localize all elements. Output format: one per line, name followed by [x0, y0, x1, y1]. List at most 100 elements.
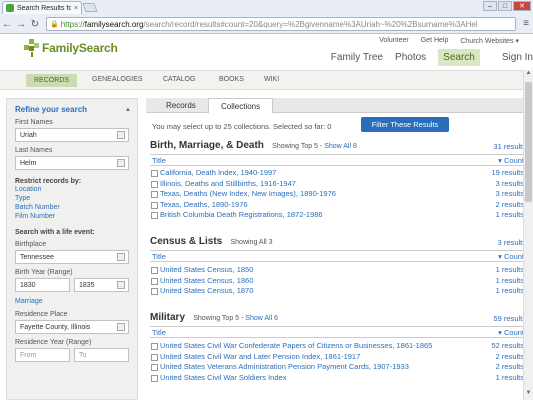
subnav-books[interactable]: BOOKS — [219, 76, 244, 83]
collection-checkbox[interactable] — [151, 288, 158, 295]
collection-checkbox[interactable] — [151, 180, 158, 188]
reload-icon[interactable]: ↻ — [28, 19, 42, 30]
collection-name[interactable]: United States Census, 1870 — [160, 286, 253, 295]
close-window-icon[interactable]: ✕ — [513, 1, 531, 11]
collection-name[interactable]: United States Civil War Confederate Pape… — [160, 341, 432, 350]
collection-row[interactable]: British Columbia Death Registrations, 18… — [150, 210, 526, 221]
nav-photos[interactable]: Photos — [395, 52, 426, 63]
collection-name[interactable]: United States Census, 1860 — [160, 276, 253, 285]
restrict-film-link[interactable]: Film Number — [15, 212, 129, 221]
options-icon[interactable] — [117, 281, 125, 289]
collection-name[interactable]: United States Civil War Soldiers Index — [160, 373, 286, 382]
familysearch-logo[interactable]: FamilySearch — [24, 39, 118, 57]
show-all-link[interactable]: Show All 6 — [245, 315, 278, 322]
nav-search[interactable]: Search — [438, 49, 480, 66]
collection-count[interactable]: 1 results — [496, 265, 524, 276]
scroll-up-icon[interactable]: ▲ — [524, 70, 533, 80]
collection-count[interactable]: 1 results — [496, 210, 524, 221]
church-websites-link[interactable]: Church Websites ▾ — [460, 37, 519, 45]
residence-place-input[interactable]: Fayette County, Illinois — [15, 320, 129, 334]
collection-name[interactable]: United States Civil War and Later Pensio… — [160, 352, 360, 361]
new-tab-button[interactable] — [82, 3, 98, 12]
collection-row[interactable]: United States Civil War Soldiers Index 1 … — [150, 373, 526, 384]
collapse-caret-icon[interactable]: ▲ — [125, 107, 131, 113]
collection-row[interactable]: United States Census, 1850 1 results — [150, 265, 526, 276]
collection-row[interactable]: Texas, Deaths, 1890-1976 2 results — [150, 200, 526, 211]
restrict-type-link[interactable]: Type — [15, 194, 129, 203]
collection-row[interactable]: United States Veterans Administration Pe… — [150, 362, 526, 373]
collection-name[interactable]: British Columbia Death Registrations, 18… — [160, 210, 323, 219]
subnav-wiki[interactable]: WIKI — [264, 76, 279, 83]
get-help-link[interactable]: Get Help — [421, 37, 449, 45]
count-sort-link[interactable]: ▾ Count — [498, 155, 524, 166]
restrict-location-link[interactable]: Location — [15, 185, 129, 194]
collection-checkbox[interactable] — [151, 343, 158, 350]
collection-count[interactable]: 1 results — [496, 286, 524, 297]
page-scrollbar[interactable]: ▲ ▼ — [523, 70, 533, 400]
collection-row[interactable]: United States Census, 1860 1 results — [150, 276, 526, 287]
collection-row[interactable]: Illinois, Deaths and Stillbirths, 1916-1… — [150, 179, 526, 190]
tab-records[interactable]: Records — [154, 98, 208, 113]
residence-year-to-input[interactable]: To — [74, 348, 129, 362]
collection-checkbox[interactable] — [151, 277, 158, 285]
title-sort-link[interactable]: Title — [152, 328, 166, 337]
restrict-batch-link[interactable]: Batch Number — [15, 203, 129, 212]
last-names-input[interactable]: Helm — [15, 156, 129, 170]
collection-name[interactable]: United States Veterans Administration Pe… — [160, 362, 409, 371]
collection-name[interactable]: Texas, Deaths (New Index, New Images), 1… — [160, 189, 336, 198]
minimize-icon[interactable]: – — [483, 1, 497, 11]
collection-count[interactable]: 1 results — [496, 373, 524, 384]
collection-count[interactable]: 1 results — [496, 276, 524, 287]
maximize-icon[interactable]: □ — [498, 1, 512, 11]
residence-year-from-input[interactable]: From — [15, 348, 70, 362]
subnav-genealogies[interactable]: GENEALOGIES — [92, 76, 143, 83]
collection-row[interactable]: United States Civil War and Later Pensio… — [150, 352, 526, 363]
collection-checkbox[interactable] — [151, 364, 158, 371]
collection-checkbox[interactable] — [151, 191, 158, 198]
collection-count[interactable]: 3 results — [496, 189, 524, 200]
show-all-link[interactable]: Show All 8 — [324, 143, 357, 150]
collection-name[interactable]: United States Census, 1850 — [160, 265, 253, 274]
collection-name[interactable]: Texas, Deaths, 1890-1976 — [160, 200, 248, 209]
collection-checkbox[interactable] — [151, 353, 158, 361]
subnav-records[interactable]: RECORDS — [26, 74, 78, 87]
collection-count[interactable]: 2 results — [496, 362, 524, 373]
birthplace-input[interactable]: Tennessee — [15, 250, 129, 264]
collection-checkbox[interactable] — [151, 212, 158, 219]
count-sort-link[interactable]: ▾ Count — [498, 327, 524, 338]
collection-count[interactable]: 19 results — [491, 168, 524, 179]
collection-checkbox[interactable] — [151, 374, 158, 382]
options-icon[interactable] — [117, 131, 125, 139]
title-sort-link[interactable]: Title — [152, 252, 166, 261]
options-icon[interactable] — [117, 253, 125, 261]
collection-count[interactable]: 2 results — [496, 352, 524, 363]
count-sort-link[interactable]: ▾ Count — [498, 251, 524, 262]
birth-year-to-input[interactable]: 1835 — [74, 278, 129, 292]
sign-in-link[interactable]: Sign In — [502, 52, 533, 63]
options-icon[interactable] — [117, 159, 125, 167]
back-arrow-icon[interactable]: ← — [0, 19, 14, 30]
filter-results-button[interactable]: Filter These Results — [361, 117, 449, 132]
scroll-thumb[interactable] — [525, 82, 532, 202]
tab-close-icon[interactable]: × — [74, 5, 78, 12]
forward-arrow-icon[interactable]: → — [14, 19, 28, 30]
first-names-input[interactable]: Uriah — [15, 128, 129, 142]
address-bar[interactable]: 🔒 https:// familysearch.org /search/reco… — [46, 17, 516, 31]
marriage-link[interactable]: Marriage — [15, 297, 129, 306]
title-sort-link[interactable]: Title — [152, 156, 166, 165]
collection-checkbox[interactable] — [151, 267, 158, 274]
browser-tab[interactable]: Search Results for Uriah × — [2, 1, 82, 14]
birth-year-from-input[interactable]: 1830 — [15, 278, 70, 292]
collection-row[interactable]: United States Civil War Confederate Pape… — [150, 341, 526, 352]
collection-row[interactable]: Texas, Deaths (New Index, New Images), 1… — [150, 189, 526, 200]
options-icon[interactable] — [117, 323, 125, 331]
tab-collections[interactable]: Collections — [208, 98, 274, 114]
collection-row[interactable]: United States Census, 1870 1 results — [150, 286, 526, 297]
subnav-catalog[interactable]: CATALOG — [163, 76, 195, 83]
nav-family-tree[interactable]: Family Tree — [331, 52, 383, 63]
collection-count[interactable]: 52 results — [491, 341, 524, 352]
scroll-down-icon[interactable]: ▼ — [524, 390, 533, 400]
browser-menu-icon[interactable]: ≡ — [523, 18, 529, 29]
collection-checkbox[interactable] — [151, 201, 158, 209]
volunteer-link[interactable]: Volunteer — [379, 37, 409, 45]
